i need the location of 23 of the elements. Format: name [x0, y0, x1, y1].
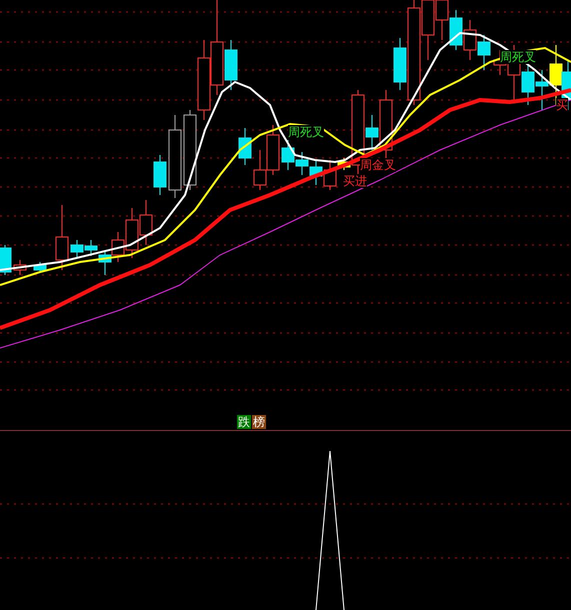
candlestick — [140, 200, 152, 246]
signal-label: 周死叉 — [288, 125, 324, 139]
signal-label: 周金叉 — [360, 158, 396, 172]
signal-label: 买 — [556, 98, 568, 112]
signal-label: 买进 — [343, 174, 367, 188]
candlestick — [254, 150, 266, 190]
candlestick — [478, 34, 490, 70]
candlestick — [464, 20, 476, 60]
candlestick — [296, 152, 308, 176]
candlestick — [34, 262, 46, 274]
candlestick — [266, 124, 280, 176]
candlestick — [70, 240, 84, 258]
candlestick — [450, 10, 462, 50]
indicator-badge: 榜 — [252, 415, 266, 429]
candlestick — [154, 154, 166, 196]
candlestick — [0, 244, 12, 276]
candlestick — [282, 140, 294, 170]
candlestick — [310, 160, 322, 186]
candlestick — [238, 128, 252, 166]
signal-label: 周死叉 — [500, 50, 536, 64]
indicator-badge: 跌 — [237, 415, 251, 429]
candlestick — [56, 204, 68, 270]
candlestick — [14, 260, 26, 276]
